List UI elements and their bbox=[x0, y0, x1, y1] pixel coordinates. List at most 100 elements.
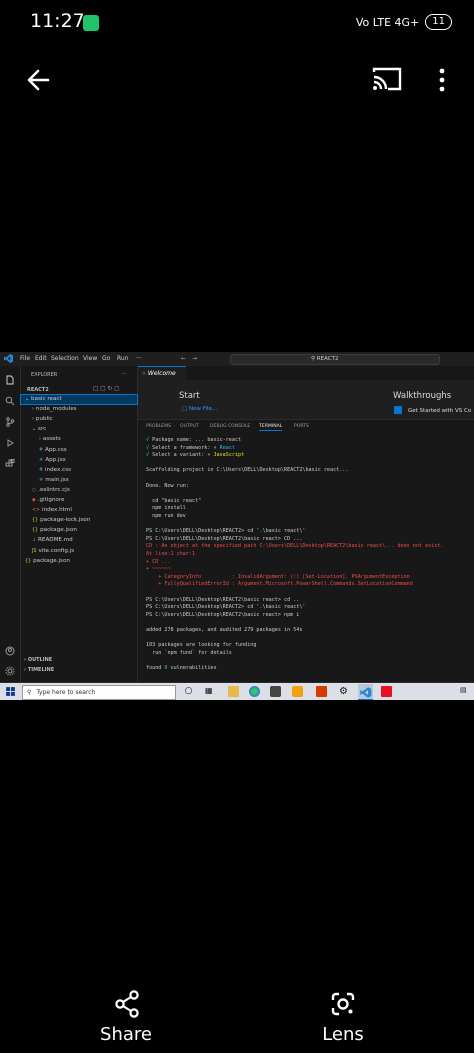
new-file-icon: □ bbox=[182, 406, 188, 412]
git-file-icon: ◆ bbox=[32, 498, 36, 503]
vscode-logo-icon bbox=[4, 354, 13, 363]
file-explorer-icon[interactable] bbox=[228, 686, 239, 697]
terminal-line: Done. Now run: bbox=[146, 482, 189, 489]
outline-section[interactable]: › OUTLINE bbox=[24, 657, 52, 663]
explorer-files-icon[interactable] bbox=[5, 375, 15, 385]
tree-item[interactable]: ⚛ main.jsx bbox=[39, 477, 69, 483]
json-file-icon: {} bbox=[25, 558, 32, 564]
tree-item[interactable]: {} package.json bbox=[25, 558, 70, 564]
folder-file-icon: › bbox=[32, 417, 34, 423]
tree-item-label: node_modules bbox=[35, 406, 77, 413]
welcome-tab-label: Welcome bbox=[147, 370, 176, 377]
panel-tab-debug-console[interactable]: DEBUG CONSOLE bbox=[210, 424, 250, 429]
command-center-label: REACT2 bbox=[316, 356, 339, 362]
panel-tab-problems[interactable]: PROBLEMS bbox=[146, 424, 171, 429]
windows-start-icon[interactable] bbox=[5, 686, 16, 697]
lens-button[interactable]: Lens bbox=[318, 990, 368, 1050]
nav-forward-icon[interactable]: → bbox=[192, 355, 197, 362]
tree-item-label: assets bbox=[42, 436, 61, 443]
star-badge-icon bbox=[394, 406, 402, 414]
source-control-icon[interactable] bbox=[5, 417, 15, 427]
tree-item-label: index.css bbox=[45, 466, 72, 473]
menu-go[interactable]: Go bbox=[102, 355, 110, 362]
tree-item[interactable]: ⚛ App.jsx bbox=[39, 457, 66, 463]
welcome-tab[interactable]: ⟡ Welcome bbox=[138, 366, 186, 381]
tree-item[interactable]: › public bbox=[32, 416, 53, 422]
settings-gear-icon[interactable] bbox=[5, 666, 15, 676]
more-vert-icon bbox=[439, 68, 445, 92]
welcome-start-heading: Start bbox=[179, 391, 200, 401]
menu-edit[interactable]: Edit bbox=[35, 355, 47, 362]
timeline-section[interactable]: › TIMELINE bbox=[24, 667, 54, 673]
js-file-icon: JS bbox=[32, 548, 37, 554]
tree-item[interactable]: {} package-lock.json bbox=[32, 517, 90, 523]
new-file-link[interactable]: □ New File... bbox=[182, 406, 217, 412]
back-button[interactable] bbox=[22, 64, 54, 96]
terminal-line: PS C:\Users\DELL\Desktop\REACT2\basic re… bbox=[146, 535, 303, 542]
vscode-taskbar-icon[interactable] bbox=[358, 684, 373, 700]
workspace-title[interactable]: REACT2 bbox=[27, 387, 49, 393]
menu-more[interactable]: ··· bbox=[136, 355, 142, 362]
task-view-icon[interactable]: ▦ bbox=[205, 686, 216, 697]
menu-view[interactable]: View bbox=[83, 355, 97, 362]
accounts-icon[interactable] bbox=[5, 646, 15, 656]
cortana-icon[interactable]: ○ bbox=[183, 686, 194, 697]
terminal-line: + FullyQualifiedErrorId : Argument,Micro… bbox=[146, 581, 413, 588]
tree-item[interactable]: ○ .eslintrc.cjs bbox=[32, 487, 70, 493]
explorer-more-icon[interactable]: ··· bbox=[122, 371, 127, 377]
screenshot-image[interactable]: File Edit Selection View Go Run ··· ← → … bbox=[0, 352, 474, 700]
nav-back-icon[interactable]: ← bbox=[181, 355, 186, 362]
status-indicators: Vo LTE 4G+ 11 bbox=[356, 14, 452, 30]
search-icon[interactable] bbox=[5, 396, 15, 406]
extensions-icon[interactable] bbox=[5, 459, 15, 469]
edge-browser-icon[interactable] bbox=[249, 686, 260, 697]
notifications-icon[interactable]: ▤ bbox=[460, 686, 471, 697]
tree-item[interactable]: ⌄ src bbox=[32, 426, 46, 432]
menu-run[interactable]: Run bbox=[117, 355, 129, 362]
office-icon[interactable] bbox=[316, 686, 327, 697]
json-file-icon: {} bbox=[32, 528, 39, 534]
vscode-tab-icon: ⟡ bbox=[142, 370, 146, 377]
terminal-line: + CategoryInfo : InvalidArgument: (:) [S… bbox=[146, 573, 410, 580]
menu-selection[interactable]: Selection bbox=[51, 355, 79, 362]
tree-item[interactable]: ⌄ basic react bbox=[25, 396, 62, 402]
css-file-icon: # bbox=[39, 447, 44, 453]
terminal-line: PS C:\Users\DELL\Desktop\REACT2> cd '.\b… bbox=[146, 528, 306, 535]
taskbar-search-box[interactable]: ⚲ Type here to search bbox=[22, 685, 176, 700]
tree-item-label: package-lock.json bbox=[40, 517, 91, 524]
panel-tab-ports[interactable]: PORTS bbox=[294, 424, 309, 429]
tree-item-label: App.jsx bbox=[45, 456, 66, 463]
tree-item[interactable]: ↓ README.md bbox=[32, 537, 73, 543]
tree-item[interactable]: # index.css bbox=[39, 467, 71, 473]
settings-gear-icon[interactable]: ⚙ bbox=[338, 686, 349, 697]
tree-item[interactable]: {} package.json bbox=[32, 527, 77, 533]
activity-bar bbox=[0, 366, 21, 682]
more-options-button[interactable] bbox=[430, 66, 454, 94]
search-icon: ⚲ bbox=[27, 689, 32, 696]
app-taskbar-icon[interactable] bbox=[381, 686, 392, 697]
panel-tab-output[interactable]: OUTPUT bbox=[180, 424, 199, 429]
terminal-line: added 278 packages, and audited 279 pack… bbox=[146, 627, 303, 633]
terminal-line: √ Select a variant: » JavaScript bbox=[146, 452, 245, 459]
get-started-walkthrough[interactable]: Get Started with VS Co bbox=[408, 408, 471, 414]
command-center-search[interactable]: ⚲ REACT2 bbox=[230, 354, 440, 365]
panel-tab-terminal[interactable]: TERMINAL bbox=[259, 424, 283, 431]
tree-item[interactable]: # App.css bbox=[39, 447, 67, 453]
share-button[interactable]: Share bbox=[96, 990, 156, 1050]
vscode-titlebar: File Edit Selection View Go Run ··· ← → … bbox=[0, 352, 474, 367]
store-icon[interactable] bbox=[270, 686, 281, 697]
cast-button[interactable] bbox=[370, 64, 404, 94]
photos-icon[interactable] bbox=[292, 686, 303, 697]
terminal-line: PS C:\Users\DELL\Desktop\REACT2\basic re… bbox=[146, 611, 300, 618]
tree-item[interactable]: JS vite.config.js bbox=[32, 548, 74, 554]
tree-item[interactable]: › node_modules bbox=[32, 406, 77, 412]
tree-item[interactable]: ◆ .gitignore bbox=[32, 497, 64, 503]
menu-file[interactable]: File bbox=[20, 355, 30, 362]
tree-item-label: App.css bbox=[45, 446, 67, 453]
run-debug-icon[interactable] bbox=[5, 438, 15, 448]
tree-item[interactable]: <> index.html bbox=[32, 507, 72, 513]
terminal-line: found 0 vulnerabilities bbox=[146, 665, 217, 671]
explorer-actions-icons[interactable]: □□↻▢ bbox=[93, 386, 122, 392]
tree-item[interactable]: › assets bbox=[39, 436, 61, 442]
tree-item-label: README.md bbox=[38, 537, 73, 544]
